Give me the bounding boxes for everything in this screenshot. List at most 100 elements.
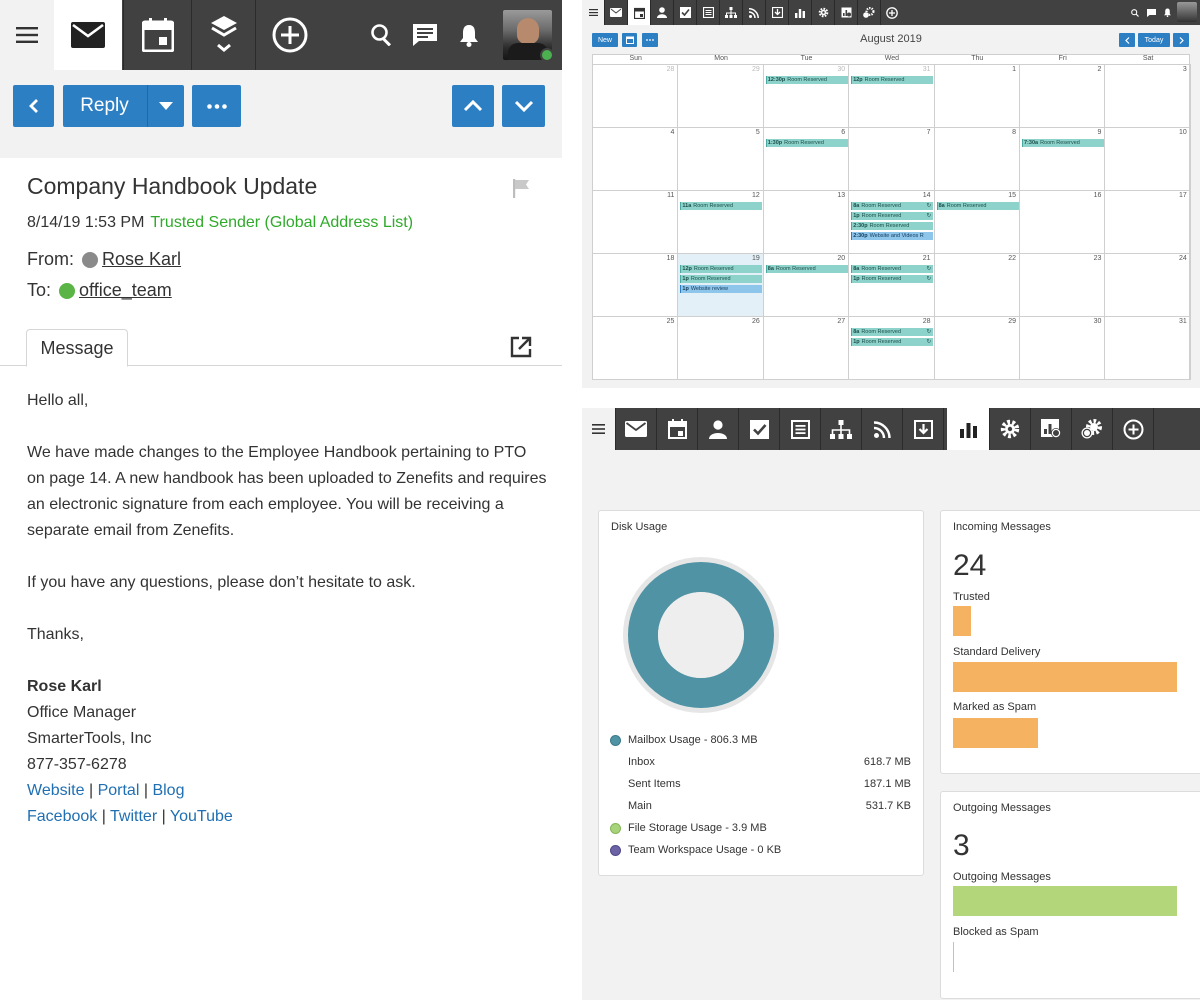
tab-tasks[interactable] — [738, 408, 779, 450]
day-cell[interactable]: 28 — [593, 65, 679, 128]
calendar-event[interactable]: 12p Room Reserved — [680, 265, 763, 273]
twitter-link[interactable]: Twitter — [110, 808, 157, 825]
day-cell[interactable]: 26 — [678, 317, 764, 380]
tab-contacts[interactable] — [697, 408, 738, 450]
day-cell[interactable]: 3 — [1105, 65, 1191, 128]
tab-add[interactable] — [255, 0, 323, 70]
calendar-event[interactable]: 1:30p Room Reserved — [765, 139, 848, 147]
day-cell[interactable]: 6 1:30p Room Reserved — [763, 128, 850, 191]
previous-message-button[interactable] — [452, 85, 494, 127]
tab-contacts[interactable] — [650, 0, 673, 25]
tab-domain-reports[interactable] — [834, 0, 857, 25]
day-cell[interactable]: 24 — [1105, 254, 1191, 317]
tab-settings[interactable] — [989, 408, 1030, 450]
next-month-button[interactable] — [1173, 33, 1189, 47]
tab-sitemap[interactable] — [719, 0, 742, 25]
day-cell[interactable]: 23 — [1020, 254, 1106, 317]
tab-message[interactable]: Message — [26, 329, 128, 367]
calendar-event[interactable]: 1p Room Reserved ↻ — [851, 338, 934, 346]
tab-calendar[interactable] — [627, 0, 650, 25]
day-cell[interactable]: 31 — [1105, 317, 1191, 380]
website-link[interactable]: Website — [27, 782, 85, 799]
reply-dropdown-button[interactable] — [147, 85, 184, 127]
calendar-event[interactable]: 8a Room Reserved — [765, 265, 848, 273]
facebook-link[interactable]: Facebook — [27, 808, 97, 825]
next-message-button[interactable] — [502, 85, 545, 127]
day-cell[interactable]: 27 — [763, 317, 850, 380]
calendar-event[interactable]: 1p Website review — [680, 285, 763, 293]
tab-domain-reports[interactable] — [1030, 408, 1071, 450]
tab-add[interactable] — [880, 0, 903, 25]
back-button[interactable] — [13, 85, 54, 127]
calendar-event[interactable]: 1p Room Reserved — [680, 275, 763, 283]
previous-month-button[interactable] — [1119, 33, 1135, 47]
reply-button[interactable]: Reply — [63, 85, 184, 127]
search-button[interactable] — [1127, 0, 1143, 25]
calendar-event[interactable]: 8a Room Reserved — [936, 202, 1019, 210]
calendar-event[interactable]: 8a Room Reserved ↻ — [851, 202, 934, 210]
tab-reports-active[interactable] — [947, 408, 989, 450]
day-cell[interactable]: 2 — [1020, 65, 1106, 128]
day-cell[interactable]: 5 — [678, 128, 764, 191]
tab-add[interactable] — [1112, 408, 1153, 450]
day-cell[interactable]: 19 12p Room Reserved 1p Room Reserved 1p Websi… — [678, 254, 764, 317]
calendar-event[interactable]: 1p Room Reserved ↻ — [851, 275, 934, 283]
more-actions-button[interactable] — [192, 85, 241, 127]
chat-button[interactable] — [1143, 0, 1159, 25]
chat-button[interactable] — [404, 0, 448, 70]
recipient-name-link[interactable]: office_team — [79, 280, 172, 301]
tab-sitemap[interactable] — [820, 408, 861, 450]
user-avatar[interactable] — [1177, 2, 1197, 22]
day-cell[interactable]: 4 — [593, 128, 679, 191]
flag-button[interactable] — [512, 178, 532, 198]
youtube-link[interactable]: YouTube — [170, 808, 233, 825]
day-cell[interactable]: 18 — [593, 254, 679, 317]
tab-downloads[interactable] — [765, 0, 788, 25]
day-cell[interactable]: 29 — [678, 65, 764, 128]
day-cell[interactable]: 13 — [763, 191, 850, 254]
day-cell[interactable]: 15 8a Room Reserved — [934, 191, 1020, 254]
tab-email[interactable] — [615, 408, 656, 450]
tab-calendar[interactable] — [656, 408, 697, 450]
menu-button[interactable] — [582, 408, 615, 450]
tab-reports[interactable] — [788, 0, 811, 25]
day-cell[interactable]: 30 — [1020, 317, 1106, 380]
day-cell[interactable]: 22 — [934, 254, 1020, 317]
today-button[interactable]: Today — [1138, 33, 1170, 47]
menu-button[interactable] — [0, 0, 54, 70]
tab-email[interactable] — [604, 0, 627, 25]
tab-notes[interactable] — [779, 408, 820, 450]
notifications-button[interactable] — [1159, 0, 1175, 25]
open-in-window-button[interactable] — [510, 336, 532, 358]
tab-tasks[interactable] — [673, 0, 696, 25]
tab-email[interactable] — [54, 0, 122, 70]
day-cell[interactable]: 30 12:30p Room Reserved — [763, 65, 850, 128]
tab-notes[interactable] — [696, 0, 719, 25]
day-cell[interactable]: 28 8a Room Reserved ↻ 1p Room Reserved ↻ — [849, 317, 935, 380]
day-cell[interactable]: 20 8a Room Reserved — [763, 254, 850, 317]
blog-link[interactable]: Blog — [152, 782, 184, 799]
tab-calendar[interactable] — [123, 0, 191, 70]
tab-domain-settings[interactable] — [857, 0, 880, 25]
notifications-button[interactable] — [447, 0, 491, 70]
day-cell[interactable]: 8 — [934, 128, 1020, 191]
day-cell[interactable]: 29 — [934, 317, 1020, 380]
tab-rss[interactable] — [861, 408, 902, 450]
calendar-event[interactable]: 12p Room Reserved — [851, 76, 934, 84]
tab-downloads[interactable] — [902, 408, 943, 450]
day-cell[interactable]: 12 11a Room Reserved — [678, 191, 764, 254]
calendar-event[interactable]: 1p Room Reserved ↻ — [851, 212, 934, 220]
day-cell[interactable]: 10 — [1105, 128, 1191, 191]
portal-link[interactable]: Portal — [98, 782, 140, 799]
calendar-event[interactable]: 11a Room Reserved — [680, 202, 763, 210]
tab-domain-settings[interactable] — [1071, 408, 1112, 450]
tab-settings[interactable] — [811, 0, 834, 25]
day-cell[interactable]: 31 12p Room Reserved — [849, 65, 935, 128]
calendar-event[interactable]: 2:30p Website and Videos R — [851, 232, 934, 240]
day-cell[interactable]: 25 — [593, 317, 679, 380]
day-cell[interactable]: 17 — [1105, 191, 1191, 254]
sender-name-link[interactable]: Rose Karl — [102, 249, 181, 270]
day-cell[interactable]: 14 8a Room Reserved ↻ 1p Room Reserved ↻ 2:30p R… — [849, 191, 935, 254]
day-cell[interactable]: 1 — [934, 65, 1020, 128]
day-cell[interactable]: 7 — [849, 128, 935, 191]
